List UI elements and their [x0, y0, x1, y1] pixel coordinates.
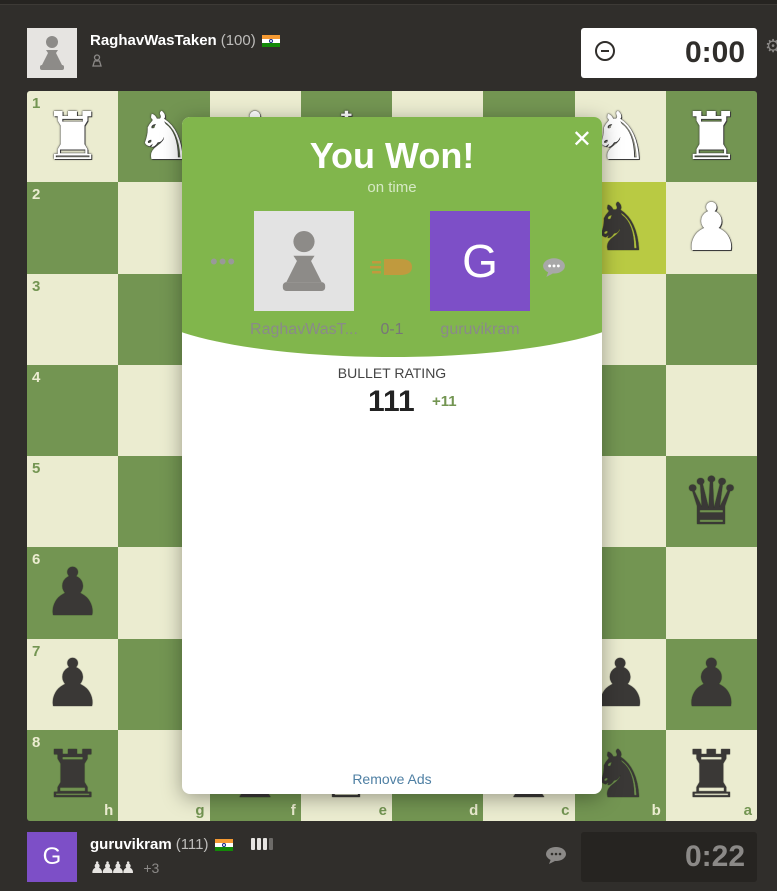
- pawn-avatar-icon: [40, 36, 64, 70]
- square-a1[interactable]: ♜: [665, 91, 757, 183]
- black-piece[interactable]: ♟: [43, 559, 102, 626]
- modal-title: You Won!: [309, 135, 475, 176]
- modal-subtitle: on time: [367, 179, 417, 196]
- rank-label: 7: [32, 642, 41, 660]
- file-label: e: [378, 802, 387, 819]
- connection-signal-icon: [250, 837, 275, 854]
- square-h1[interactable]: 1 ♜: [27, 91, 119, 183]
- square-a5[interactable]: ♛: [665, 456, 757, 548]
- top-player-rating: (100): [220, 32, 256, 49]
- pawn-outline-icon: [92, 54, 102, 67]
- rating-label: BULLET RATING: [337, 365, 447, 381]
- clock-icon: [595, 41, 615, 61]
- bottom-player-bar: G guruvikram (111) ♟♟♟♟ +3 0:22: [27, 832, 757, 882]
- loser-avatar[interactable]: [254, 211, 354, 311]
- rank-label: 1: [32, 95, 41, 112]
- rank-label: 4: [32, 368, 41, 386]
- file-label: c: [561, 802, 570, 819]
- white-piece[interactable]: ♜: [682, 103, 741, 170]
- winner-name: guruvikram: [440, 321, 520, 338]
- rank-label: 2: [32, 186, 41, 204]
- top-player-sub: [90, 54, 104, 71]
- file-label: h: [104, 802, 114, 819]
- black-piece[interactable]: ♛: [682, 468, 741, 535]
- top-edge: [0, 0, 777, 5]
- bottom-player-rating: (111): [175, 836, 209, 853]
- file-label: f: [290, 802, 296, 819]
- rank-label: 5: [32, 460, 41, 477]
- square-a8[interactable]: a ♜: [665, 729, 757, 821]
- square-a6[interactable]: [665, 547, 757, 639]
- rating-delta: +11: [432, 393, 457, 410]
- square-h4[interactable]: 4: [27, 364, 119, 456]
- top-player-clock: 0:00: [581, 28, 757, 78]
- square-h3[interactable]: 3: [27, 273, 119, 365]
- black-piece[interactable]: ♜: [43, 742, 102, 808]
- top-player-name[interactable]: RaghavWasTaken: [90, 32, 217, 49]
- bottom-player-name-line: guruvikram (111): [90, 836, 275, 854]
- rank-label: 8: [32, 733, 41, 751]
- top-player-name-line: RaghavWasTaken (100): [90, 32, 280, 49]
- square-a3[interactable]: [665, 273, 757, 365]
- bullet-icon: [370, 259, 412, 275]
- chat-icon[interactable]: [545, 846, 567, 864]
- white-piece[interactable]: ♜: [43, 103, 102, 170]
- file-label: a: [743, 802, 752, 819]
- material-advantage: +3: [143, 860, 160, 876]
- file-label: b: [651, 802, 661, 819]
- square-a4[interactable]: [665, 364, 757, 456]
- gear-icon[interactable]: ⚙: [765, 36, 777, 57]
- top-player-bar: RaghavWasTaken (100) 0:00: [27, 28, 757, 78]
- top-clock-time: 0:00: [684, 36, 745, 69]
- winner-avatar[interactable]: G: [426, 207, 534, 315]
- rank-label: 3: [32, 277, 41, 295]
- avatar[interactable]: [27, 28, 77, 78]
- india-flag-icon: [214, 839, 233, 852]
- file-label: g: [195, 802, 205, 819]
- square-h2[interactable]: 2: [27, 182, 119, 274]
- square-h6[interactable]: 6 ♟: [27, 547, 119, 639]
- bottom-player-clock: 0:22: [581, 832, 757, 882]
- more-options-icon[interactable]: •••: [210, 249, 236, 275]
- white-piece[interactable]: ♟: [682, 194, 741, 261]
- black-piece[interactable]: ♜: [682, 742, 741, 808]
- rating-value: 111: [368, 385, 415, 418]
- loser-name: RaghavWasT...: [250, 321, 358, 338]
- close-icon[interactable]: ✕: [572, 125, 592, 154]
- rank-label: 6: [32, 551, 41, 569]
- game-score: 0-1: [380, 321, 404, 338]
- captured-pieces: ♟♟♟♟ +3: [90, 858, 159, 878]
- black-piece[interactable]: ♟: [43, 651, 102, 717]
- black-piece[interactable]: ♟: [682, 651, 741, 717]
- remove-ads-link[interactable]: Remove Ads: [182, 771, 602, 787]
- square-h8[interactable]: 8 h ♜: [27, 729, 119, 821]
- square-a2[interactable]: ♟: [665, 182, 757, 274]
- game-over-modal: You Won! on time ✕ ••• G RaghavWasT... 0…: [182, 117, 602, 794]
- square-h7[interactable]: 7 ♟: [27, 638, 119, 730]
- pawn-avatar-icon: [282, 231, 326, 291]
- avatar[interactable]: G: [27, 832, 77, 882]
- square-a7[interactable]: ♟: [665, 638, 757, 730]
- bottom-clock-time: 0:22: [684, 840, 745, 873]
- file-label: d: [469, 802, 479, 819]
- india-flag-icon: [261, 35, 280, 48]
- bottom-player-name[interactable]: guruvikram: [90, 836, 172, 853]
- captured-pawns-icon: ♟♟♟♟: [90, 860, 135, 877]
- square-h5[interactable]: 5: [27, 456, 119, 548]
- chat-icon[interactable]: [542, 257, 566, 277]
